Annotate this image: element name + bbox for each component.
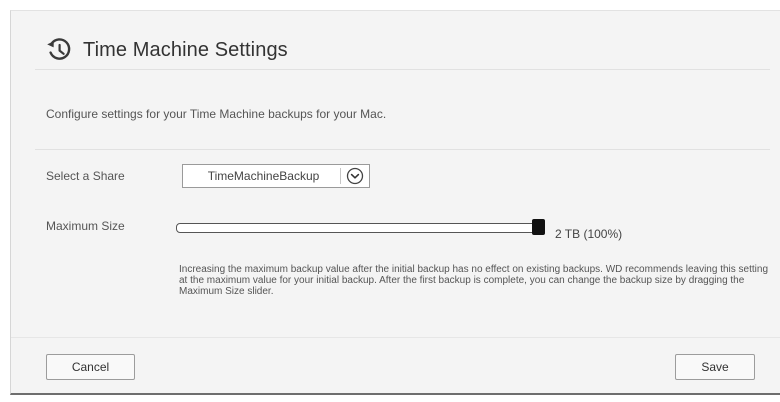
- time-machine-settings-dialog: Time Machine Settings Configure settings…: [10, 10, 780, 395]
- max-size-help-text: Increasing the maximum backup value afte…: [179, 264, 769, 297]
- history-clock-icon: [47, 38, 71, 60]
- share-select[interactable]: TimeMachineBackup: [182, 164, 370, 188]
- section-divider: [35, 149, 770, 150]
- share-select-value: TimeMachineBackup: [207, 169, 320, 183]
- intro-text: Configure settings for your Time Machine…: [46, 107, 387, 121]
- max-size-slider-handle[interactable]: [532, 219, 545, 235]
- dialog-header: Time Machine Settings: [45, 33, 288, 67]
- chevron-down-circle-icon[interactable]: [341, 165, 369, 187]
- cancel-button[interactable]: Cancel: [46, 354, 135, 380]
- max-size-slider-track[interactable]: [176, 223, 538, 233]
- max-size-value: 2 TB (100%): [555, 227, 623, 241]
- footer-divider: [11, 337, 780, 338]
- page-title: Time Machine Settings: [83, 38, 288, 61]
- max-size-label: Maximum Size: [46, 219, 125, 233]
- share-label: Select a Share: [46, 169, 125, 183]
- header-divider: [35, 69, 770, 70]
- save-button[interactable]: Save: [675, 354, 755, 380]
